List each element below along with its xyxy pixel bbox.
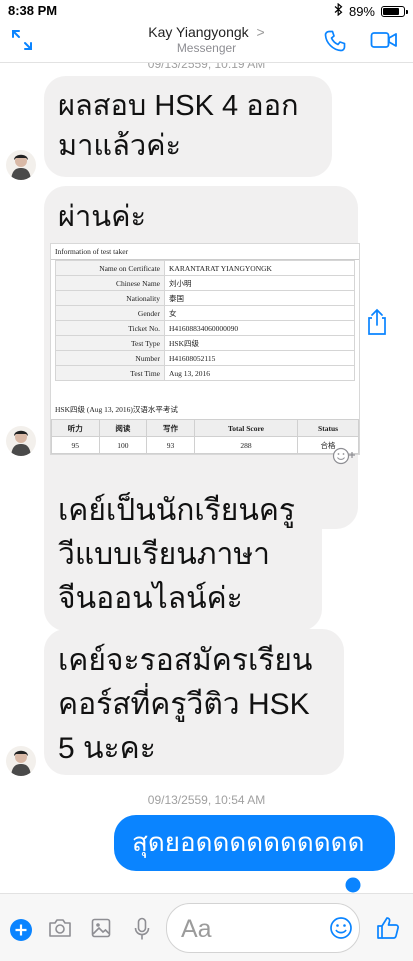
certificate-row: Gender 女 xyxy=(55,305,355,321)
composer-bar: Aa xyxy=(0,893,413,961)
add-icon[interactable] xyxy=(10,919,32,946)
phone-call-icon[interactable] xyxy=(323,29,347,58)
message-list[interactable]: 09/13/2559, 10:19 AM ผลสอบ HSK 4 ออกมาแล… xyxy=(0,63,413,893)
gallery-icon[interactable] xyxy=(91,918,111,943)
input-placeholder: Aa xyxy=(181,915,212,943)
score-header: 写作 xyxy=(146,419,195,437)
certificate-field-label: Number xyxy=(55,350,165,366)
certificate-row: Number H41608052115 xyxy=(55,350,355,366)
score-value: 95 xyxy=(51,436,100,454)
certificate-field-label: Test Type xyxy=(55,335,165,351)
certificate-field-value: 女 xyxy=(164,305,355,321)
score-header: Status xyxy=(297,419,359,437)
add-reaction-icon[interactable] xyxy=(332,447,356,470)
certificate-info-table: Name on Certificate KARANTARAT YIANGYONGK… xyxy=(55,260,355,381)
contact-avatar[interactable] xyxy=(6,746,36,776)
certificate-row: Name on Certificate KARANTARAT YIANGYONGK xyxy=(55,260,355,276)
thumbs-up-icon[interactable] xyxy=(376,916,400,945)
certificate-field-value: Aug 13, 2016 xyxy=(164,365,355,381)
camera-icon[interactable] xyxy=(48,918,72,943)
emoji-icon[interactable] xyxy=(329,916,353,945)
certificate-row: Chinese Name 刘小明 xyxy=(55,275,355,291)
certificate-field-value: H41608834060000090 xyxy=(164,320,355,336)
chevron-right-icon: > xyxy=(256,24,265,40)
status-right: 89% xyxy=(334,2,408,19)
share-icon[interactable] xyxy=(366,308,388,341)
received-message[interactable]: ผลสอบ HSK 4 ออกมาแล้วค่ะ xyxy=(44,76,332,177)
timestamp: 09/13/2559, 10:54 AM xyxy=(147,793,266,807)
microphone-icon[interactable] xyxy=(134,917,150,946)
battery-icon xyxy=(381,5,408,17)
received-message[interactable]: เคย์จะรอสมัครเรียนคอร์สที่ครูวีติว HSK 5… xyxy=(44,629,344,775)
certificate-row: Test Type HSK四级 xyxy=(55,335,355,351)
received-message[interactable]: เคย์เป็นนักเรียนครูวีแบบเรียนภาษาจีนออนไ… xyxy=(44,481,322,631)
app-name: Messenger xyxy=(176,41,237,55)
message-input[interactable]: Aa xyxy=(166,903,360,953)
certificate-field-label: Chinese Name xyxy=(55,275,165,291)
sent-message[interactable]: สุดยอดดดดดดดดดด xyxy=(114,815,395,871)
clock: 8:38 PM xyxy=(8,3,58,18)
certificate-image[interactable]: Information of test taker Name on Certif… xyxy=(50,243,360,455)
video-call-icon[interactable] xyxy=(370,30,398,55)
score-value: 93 xyxy=(146,436,195,454)
certificate-row: Ticket No. H41608834060000090 xyxy=(55,320,355,336)
certificate-field-label: Gender xyxy=(55,305,165,321)
battery-percent: 89% xyxy=(348,3,375,19)
certificate-field-label: Nationality xyxy=(55,290,165,306)
contact-name[interactable]: Kay Yiangyongk > xyxy=(0,24,413,40)
score-title: HSK四级 (Aug 13, 2016)汉语水平考试 xyxy=(55,405,178,414)
contact-avatar[interactable] xyxy=(6,150,36,180)
bluetooth-icon xyxy=(334,2,343,19)
certificate-field-label: Test Time xyxy=(55,365,165,381)
certificate-row: Test Time Aug 13, 2016 xyxy=(55,365,355,381)
certificate-section-title: Information of test taker xyxy=(51,244,359,260)
certificate-field-value: 刘小明 xyxy=(164,275,355,291)
certificate-field-value: 泰国 xyxy=(164,290,355,306)
seen-indicator-icon xyxy=(345,877,361,893)
status-bar: 8:38 PM 89% xyxy=(0,0,413,22)
message-text: ผ่านค่ะ xyxy=(58,201,147,233)
conversation-header: Kay Yiangyongk > Messenger xyxy=(0,22,413,63)
certificate-field-value: H41608052115 xyxy=(164,350,355,366)
certificate-field-value: HSK四级 xyxy=(164,335,355,351)
score-value: 288 xyxy=(193,436,299,454)
score-header: 阅读 xyxy=(98,419,148,437)
score-header: Total Score xyxy=(193,419,299,437)
score-table: 听力 阅读 写作 Total Score Status 95 100 93 288 合格 xyxy=(51,419,359,454)
score-value: 100 xyxy=(98,436,148,454)
score-header: 听力 xyxy=(51,419,100,437)
timestamp: 09/13/2559, 10:19 AM xyxy=(147,63,266,71)
certificate-field-value: KARANTARAT YIANGYONGK xyxy=(164,260,355,276)
certificate-field-label: Ticket No. xyxy=(55,320,165,336)
contact-avatar[interactable] xyxy=(6,426,36,456)
certificate-row: Nationality 泰国 xyxy=(55,290,355,306)
certificate-field-label: Name on Certificate xyxy=(55,260,165,276)
